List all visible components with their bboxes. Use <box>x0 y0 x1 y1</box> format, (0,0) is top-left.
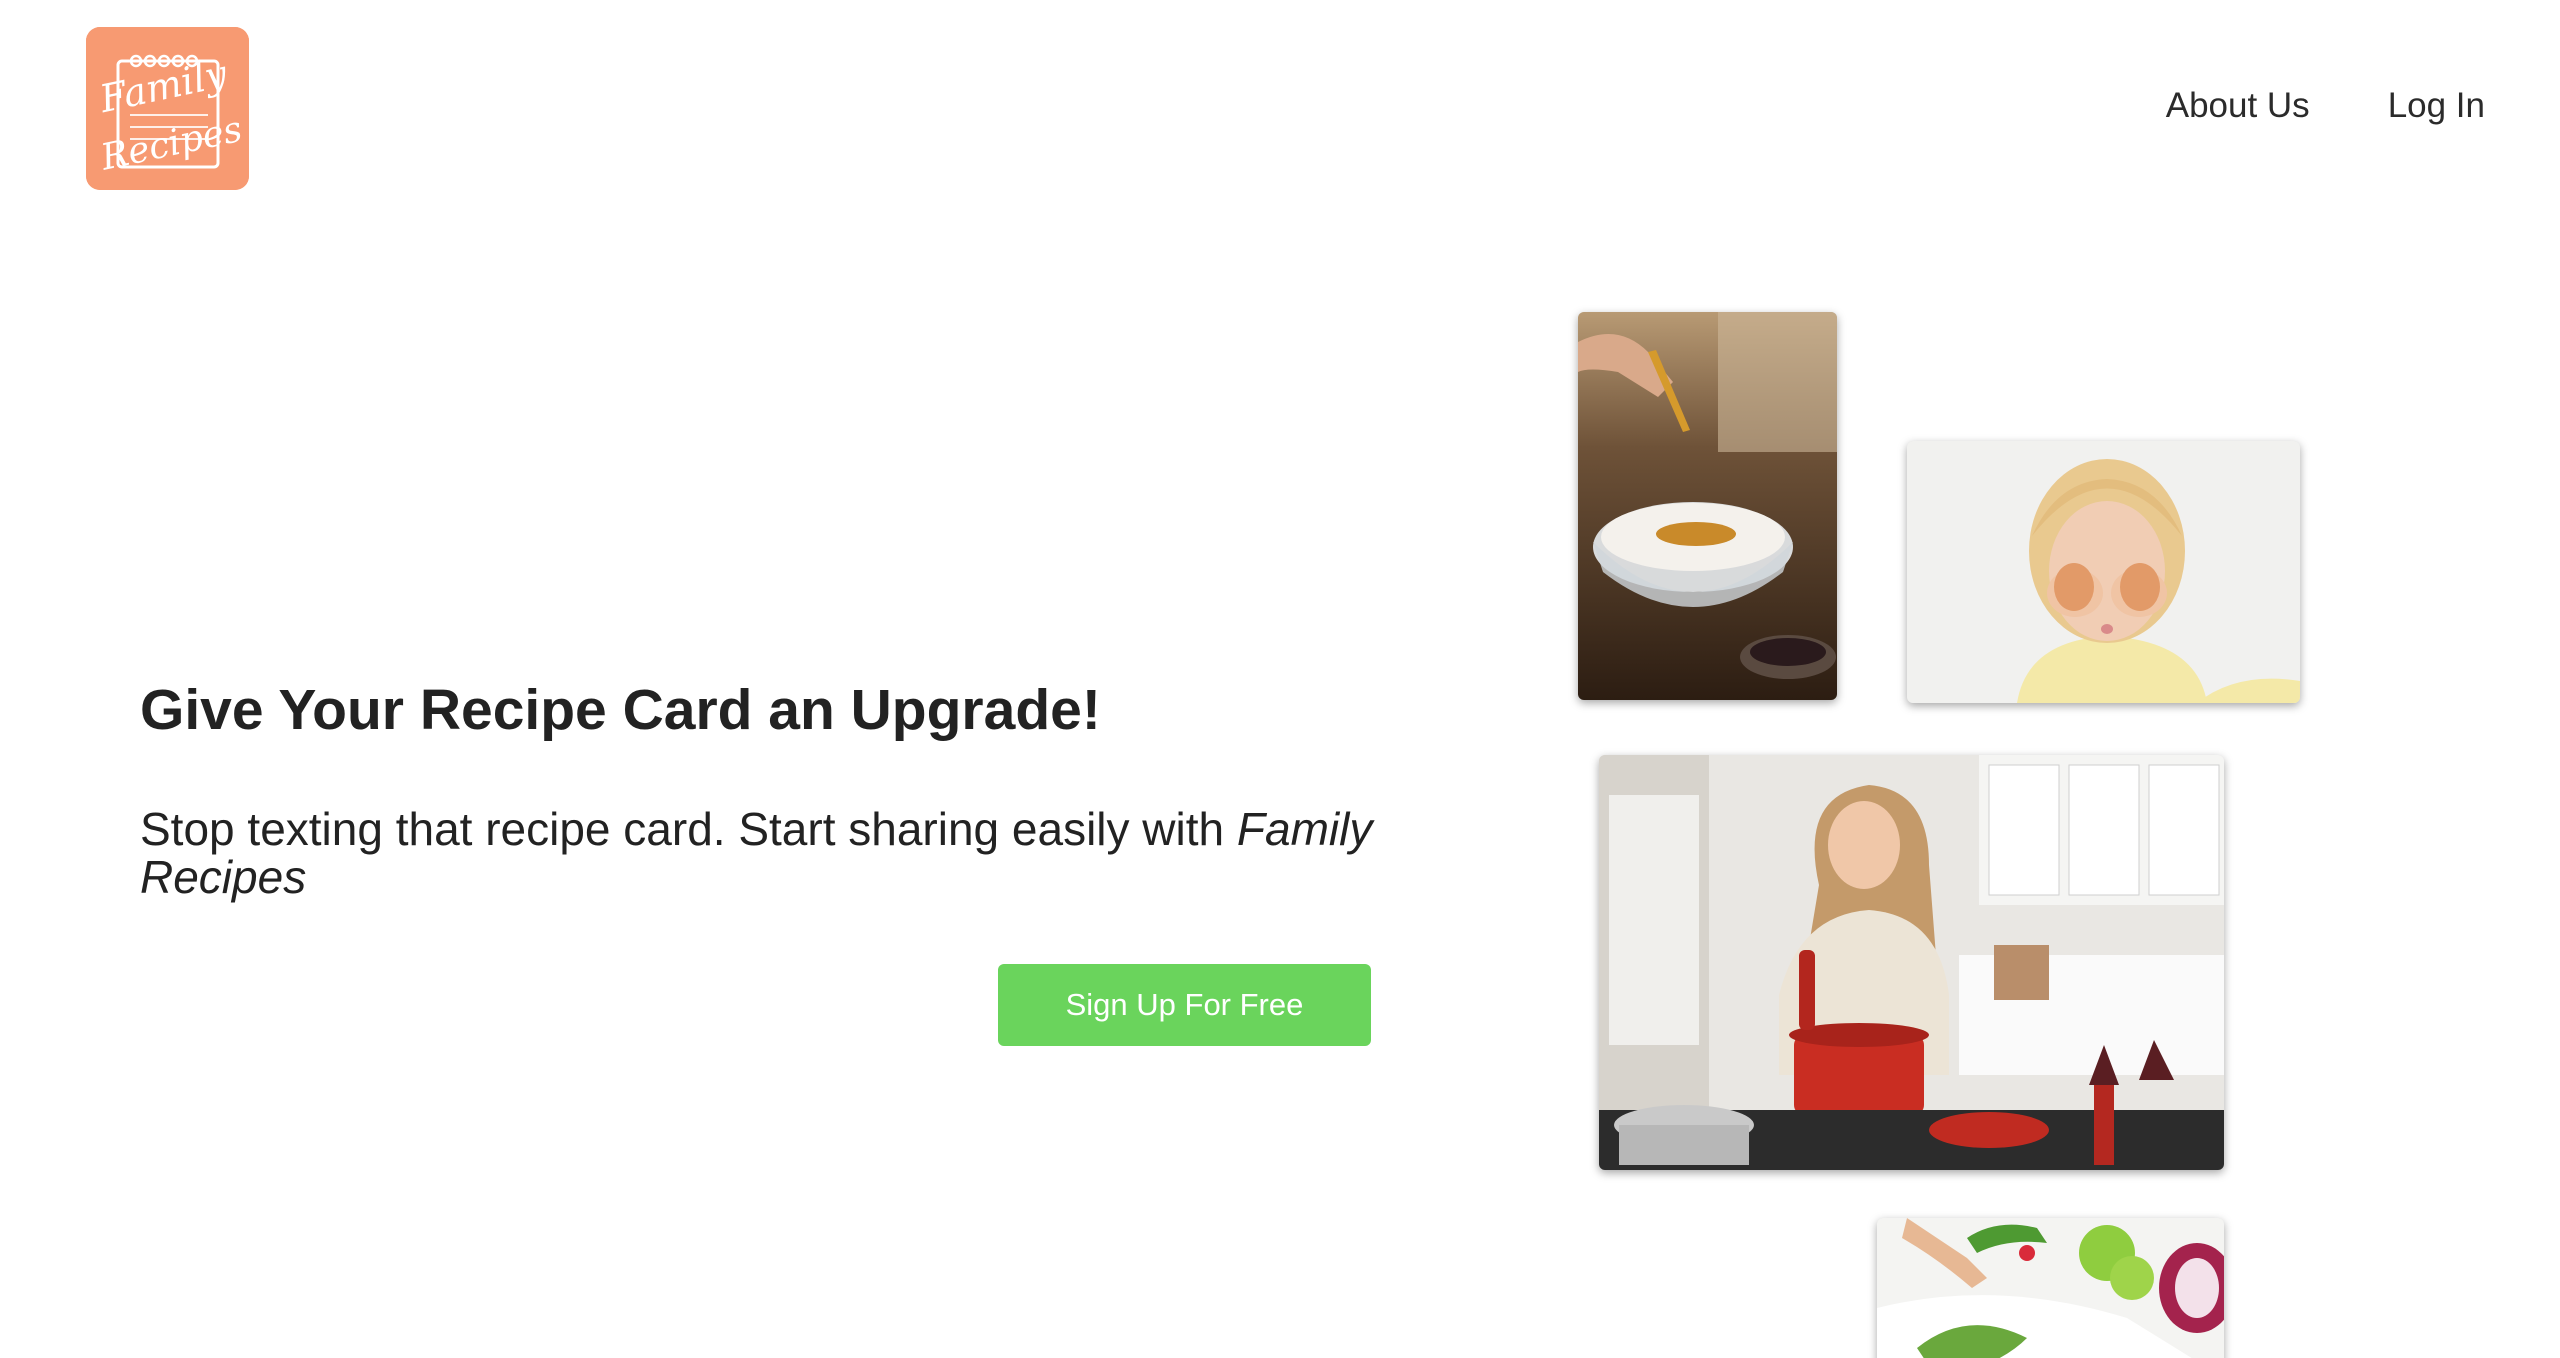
spice-pouring-photo <box>1578 312 1837 700</box>
nav-about-us[interactable]: About Us <box>2166 84 2310 128</box>
nav-log-in[interactable]: Log In <box>2388 84 2485 128</box>
girl-with-eggs-photo <box>1907 441 2300 703</box>
recipe-card-logo-icon: Family Recipes <box>86 27 249 190</box>
salad-prep-photo <box>1877 1218 2224 1358</box>
woman-cooking-photo <box>1599 755 2224 1170</box>
sign-up-button[interactable]: Sign Up For Free <box>998 964 1371 1046</box>
family-recipes-logo[interactable]: Family Recipes <box>86 27 249 190</box>
hero-title: Give Your Recipe Card an Upgrade! <box>140 678 1101 742</box>
hero-subtitle: Stop texting that recipe card. Start sha… <box>140 805 1390 901</box>
landing-page: Family Recipes About Us Log In Give Your… <box>0 0 2560 1358</box>
hero-subtitle-text: Stop texting that recipe card. Start sha… <box>140 803 1237 855</box>
top-nav: About Us Log In <box>2166 84 2485 128</box>
